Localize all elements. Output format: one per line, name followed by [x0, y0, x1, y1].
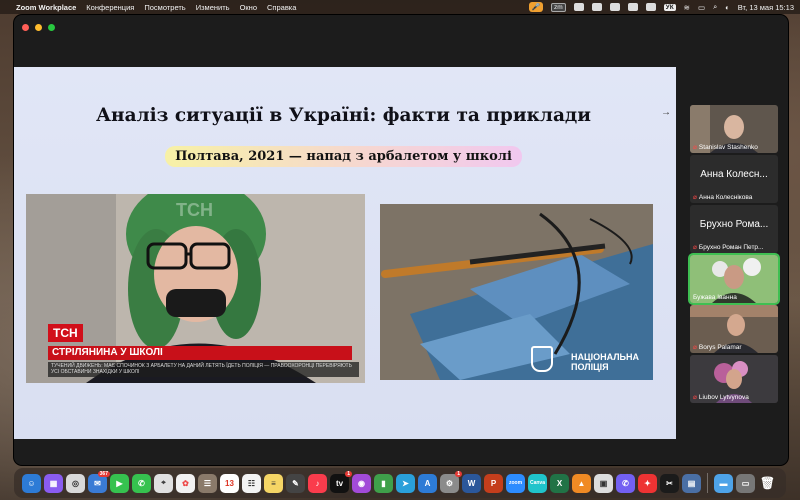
music-icon[interactable]: ♪	[308, 473, 327, 493]
sync-icon[interactable]	[591, 3, 602, 11]
participant-name: Бужава Іванна	[693, 294, 737, 301]
status-tray: 🎤 zm УК ≋ ▭ ⌕ ◐ Вт, 13 мая 15:13	[528, 0, 794, 14]
control-center-icon[interactable]: ◐	[725, 3, 730, 12]
participant-name: Liubov Lytvynova	[698, 393, 749, 401]
chat-icon[interactable]	[573, 3, 584, 11]
police-caption-line2: ПОЛІЦІЯ	[571, 362, 609, 372]
participant-display-name: Брухно Рома...	[699, 219, 769, 230]
police-caption-line1: НАЦІОНАЛЬНА	[571, 352, 639, 362]
search-icon[interactable]: ⌕	[713, 2, 717, 12]
participant-name: Borys Palamar	[698, 343, 742, 351]
participant-tile[interactable]: ⌀ Stanislav Stashenko	[690, 105, 778, 153]
participant-name: Брухно Роман Петр...	[698, 243, 764, 251]
powerpoint-icon[interactable]: P	[484, 473, 503, 493]
mail-badge: 367	[97, 470, 110, 477]
launchpad-icon[interactable]: ▦	[44, 473, 63, 493]
zoom-tray-badge[interactable]: zm	[550, 2, 566, 12]
menu-edit[interactable]: Изменить	[196, 3, 230, 12]
tsn-logo: ТСН	[48, 324, 83, 342]
freeform-icon[interactable]: ✎	[286, 473, 305, 493]
display-icon[interactable]	[645, 3, 656, 11]
slide-subtitle: Полтава, 2021 — напад з арбалетом у школ…	[165, 146, 522, 167]
zoom-icon[interactable]: zoom	[506, 473, 525, 493]
facetime-icon[interactable]: ▶	[110, 473, 129, 493]
participant-tile[interactable]: Брухно Рома... ⌀ Брухно Роман Петр...	[690, 205, 778, 253]
canva-icon[interactable]: Canva	[528, 473, 547, 493]
mic-muted-icon: ⌀	[693, 344, 697, 351]
watermark: ТСН	[176, 200, 213, 220]
menu-conference[interactable]: Конференция	[86, 3, 134, 12]
red-app-icon[interactable]: ✦	[638, 473, 657, 493]
slide-title: Аналіз ситуації в Україні: факти та прик…	[95, 105, 591, 126]
news-ticker: ТУЧЕНИЙ ДВИЖЕНЬ: МАЄ СПОЧИНОК З АРБАЛЕТУ…	[48, 362, 359, 377]
podcasts-icon[interactable]: ◉	[352, 473, 371, 493]
numbers-icon[interactable]: ▮	[374, 473, 393, 493]
system-settings-icon[interactable]: ⚙ 1	[440, 470, 462, 493]
wifi-icon[interactable]: ≋	[684, 3, 690, 12]
trash-icon[interactable]: 🗑	[758, 474, 777, 493]
sticky-app-icon[interactable]: ▤	[682, 473, 701, 493]
telegram-icon[interactable]: ➤	[396, 473, 415, 493]
mic-muted-icon: ⌀	[693, 244, 697, 251]
bluetooth-icon[interactable]	[609, 3, 620, 11]
participant-name: Анна Колеснікова	[698, 193, 753, 201]
news-photo: ТСН ТСН СТРІЛЯНИНА У ШКОЛІ ТУЧЕНИЙ ДВИЖЕ…	[26, 194, 365, 383]
appletv-badge: 1	[345, 470, 352, 477]
maps-icon[interactable]: ⌖	[154, 473, 173, 493]
safari-icon[interactable]: ◎	[66, 473, 85, 493]
play-icon[interactable]	[627, 3, 638, 11]
mail-icon[interactable]: ✉ 367	[88, 470, 110, 493]
window-controls	[22, 24, 55, 31]
vlc-icon[interactable]: ▲	[572, 473, 591, 493]
apple-tv-icon[interactable]: tv 1	[330, 470, 352, 493]
dock-separator	[707, 473, 708, 493]
contacts-icon[interactable]: ☰	[198, 473, 217, 493]
word-icon[interactable]: W	[462, 473, 481, 493]
zoom-window: Аналіз ситуації в Україні: факти та прик…	[14, 15, 788, 465]
news-headline: СТРІЛЯНИНА У ШКОЛІ	[48, 346, 352, 360]
menu-app-name[interactable]: Zoom Workplace	[16, 3, 76, 12]
battery-icon[interactable]: ▭	[698, 3, 705, 12]
police-emblem-icon	[531, 346, 553, 372]
notes-icon[interactable]: ≡	[264, 473, 283, 493]
mic-muted-icon: ⌀	[693, 144, 697, 151]
fullscreen-window-button[interactable]	[48, 24, 55, 31]
next-slide-arrow-icon[interactable]: →	[661, 107, 671, 118]
participant-tile-active-speaker[interactable]: Бужава Іванна	[690, 255, 778, 303]
screen-capture-icon[interactable]: ▭	[736, 473, 755, 493]
photos-icon[interactable]: ✿	[176, 473, 195, 493]
settings-badge: 1	[455, 470, 462, 477]
police-caption: НАЦІОНАЛЬНА ПОЛІЦІЯ	[571, 352, 639, 372]
menu-view[interactable]: Посмотреть	[144, 3, 185, 12]
viber-icon[interactable]: ✆	[616, 473, 635, 493]
excel-icon[interactable]: X	[550, 473, 569, 493]
microphone-icon[interactable]: 🎤	[528, 2, 543, 12]
menu-help[interactable]: Справка	[267, 3, 296, 12]
mic-muted-icon: ⌀	[693, 394, 697, 401]
calendar-icon[interactable]: 13	[220, 473, 239, 493]
messages-icon[interactable]: ✆	[132, 473, 151, 493]
participant-name: Stanislav Stashenko	[698, 143, 758, 151]
evidence-photo: НАЦІОНАЛЬНА ПОЛІЦІЯ	[380, 204, 653, 380]
finder-icon[interactable]: ☺	[22, 473, 41, 493]
keyboard-layout[interactable]: УК	[663, 3, 676, 11]
menu-window[interactable]: Окно	[240, 3, 257, 12]
participant-tile[interactable]: ⌀ Borys Palamar	[690, 305, 778, 353]
capcut-icon[interactable]: ✂	[660, 473, 679, 493]
participant-tile[interactable]: Анна Колесн... ⌀ Анна Колеснікова	[690, 155, 778, 203]
close-window-button[interactable]	[22, 24, 29, 31]
reminders-icon[interactable]: ☷	[242, 473, 261, 493]
menu-bar: Zoom Workplace Конференция Посмотреть Из…	[0, 0, 800, 14]
participant-display-name: Анна Колесн...	[700, 169, 768, 180]
downloads-folder-icon[interactable]: ▬	[714, 473, 733, 493]
participant-tile[interactable]: ⌀ Liubov Lytvynova	[690, 355, 778, 403]
minimize-window-button[interactable]	[35, 24, 42, 31]
shared-slide: Аналіз ситуації в Україні: факти та прик…	[14, 67, 676, 439]
dock: ☺ ▦ ◎ ✉ 367 ▶ ✆ ⌖ ✿ ☰ 13 ☷ ≡ ✎ ♪ tv 1 ◉ ▮ …	[14, 468, 786, 498]
clock[interactable]: Вт, 13 мая 15:13	[738, 3, 794, 12]
mic-muted-icon: ⌀	[693, 194, 697, 201]
preview-icon[interactable]: ▣	[594, 473, 613, 493]
app-store-icon[interactable]: A	[418, 473, 437, 493]
